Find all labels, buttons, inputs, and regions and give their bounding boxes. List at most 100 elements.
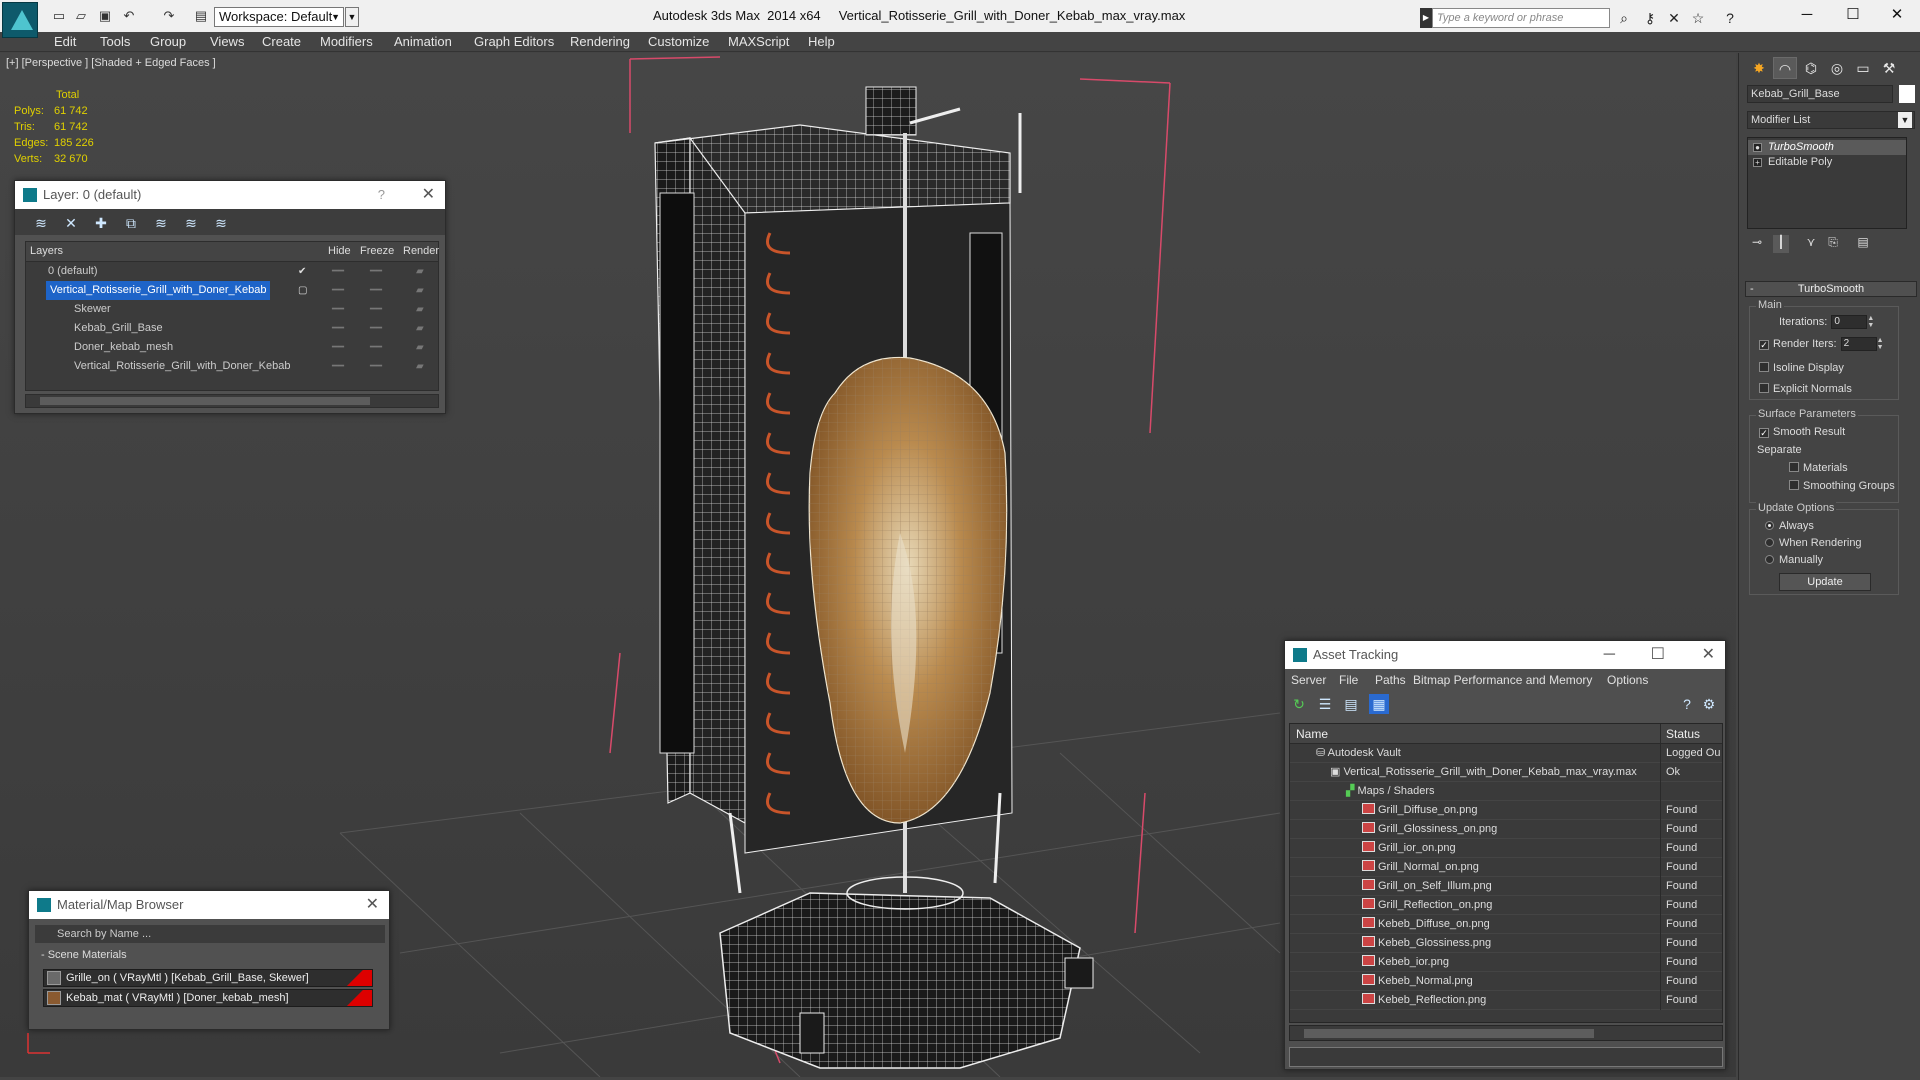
material-item[interactable]: Grille_on ( VRayMtl ) [Kebab_Grill_Base,… bbox=[43, 969, 373, 987]
horizontal-scrollbar[interactable] bbox=[1289, 1025, 1723, 1041]
menu-file[interactable]: File bbox=[1339, 673, 1358, 687]
menu-group[interactable]: Group bbox=[150, 34, 186, 49]
menu-maxscript[interactable]: MAXScript bbox=[728, 34, 789, 49]
update-when-rendering-radio[interactable]: When Rendering bbox=[1765, 537, 1862, 549]
hierarchy-tab-icon[interactable]: ⌬ bbox=[1799, 57, 1823, 79]
menu-bitmap-performance[interactable]: Bitmap Performance and Memory bbox=[1413, 673, 1592, 687]
utilities-tab-icon[interactable]: ⚒ bbox=[1877, 57, 1901, 79]
menu-animation[interactable]: Animation bbox=[394, 34, 452, 49]
layer-row[interactable]: 0 (default) ✔ ━━ ━━ ▰ bbox=[26, 262, 438, 281]
modify-tab-icon[interactable]: ◠ bbox=[1773, 57, 1797, 79]
asset-row[interactable]: ⛁ Autodesk Vault Logged Ou bbox=[1290, 744, 1722, 763]
col-layers[interactable]: Layers bbox=[30, 245, 63, 257]
asset-path-field[interactable] bbox=[1289, 1047, 1723, 1067]
menu-modifiers[interactable]: Modifiers bbox=[320, 34, 373, 49]
spinner-arrows-icon[interactable]: ▲ ▼ bbox=[1867, 315, 1875, 329]
menu-graph-editors[interactable]: Graph Editors bbox=[474, 34, 554, 49]
menu-customize[interactable]: Customize bbox=[648, 34, 709, 49]
menu-edit[interactable]: Edit bbox=[54, 34, 76, 49]
separate-materials-checkbox[interactable]: Materials bbox=[1789, 462, 1848, 474]
material-item[interactable]: Kebab_mat ( VRayMtl ) [Doner_kebab_mesh] bbox=[43, 989, 373, 1007]
close-button[interactable]: ✕ bbox=[1874, 2, 1920, 28]
menu-create[interactable]: Create bbox=[262, 34, 301, 49]
menu-paths[interactable]: Paths bbox=[1375, 673, 1406, 687]
expand-icon[interactable]: + bbox=[1753, 158, 1762, 167]
binoculars-icon[interactable]: ⌕ bbox=[1614, 9, 1634, 27]
menu-server[interactable]: Server bbox=[1291, 673, 1326, 687]
create-tab-icon[interactable]: ✸ bbox=[1747, 57, 1771, 79]
rollout-header[interactable]: - TurboSmooth bbox=[1745, 281, 1917, 297]
list-view-icon[interactable]: ☰ bbox=[1315, 694, 1335, 714]
object-row[interactable]: Skewer ━━ ━━ ▰ bbox=[26, 300, 438, 319]
show-end-result-icon[interactable]: ┃ bbox=[1773, 235, 1789, 253]
update-button[interactable]: Update bbox=[1779, 573, 1871, 591]
iterations-spinner[interactable]: 0 bbox=[1831, 315, 1868, 329]
material-search-input[interactable]: Search by Name ... bbox=[35, 925, 385, 943]
undo-icon[interactable]: ↶ bbox=[120, 8, 138, 24]
stack-item-editable-poly[interactable]: + Editable Poly bbox=[1748, 155, 1906, 170]
minimize-icon[interactable]: ─ bbox=[1604, 641, 1615, 669]
search-expand-icon[interactable]: ▶ bbox=[1420, 8, 1432, 28]
select-objects-icon[interactable]: ⧉ bbox=[121, 213, 141, 233]
new-file-icon[interactable]: ▭ bbox=[50, 8, 68, 24]
help-icon[interactable]: ? bbox=[1677, 694, 1697, 714]
explicit-normals-checkbox[interactable]: Explicit Normals bbox=[1759, 383, 1852, 395]
freeze-all-icon[interactable]: ≋ bbox=[211, 213, 231, 233]
display-tab-icon[interactable]: ▭ bbox=[1851, 57, 1875, 79]
col-status[interactable]: Status bbox=[1666, 727, 1700, 741]
pin-stack-icon[interactable]: ⊸ bbox=[1749, 235, 1765, 253]
save-icon[interactable]: ▣ bbox=[96, 8, 114, 24]
add-to-layer-icon[interactable]: ✚ bbox=[91, 213, 111, 233]
asset-row[interactable]: Kebeb_Diffuse_on.png Found bbox=[1290, 915, 1722, 934]
motion-tab-icon[interactable]: ◎ bbox=[1825, 57, 1849, 79]
asset-row[interactable]: Grill_on_Self_Illum.png Found bbox=[1290, 877, 1722, 896]
asset-tracking-titlebar[interactable]: Asset Tracking ─ ☐ ✕ bbox=[1285, 641, 1725, 669]
asset-row[interactable]: Kebeb_Reflection.png Found bbox=[1290, 991, 1722, 1010]
remove-modifier-icon[interactable]: ⎘ bbox=[1825, 235, 1841, 253]
table-view-icon[interactable]: ▦ bbox=[1369, 694, 1389, 714]
col-render[interactable]: Render bbox=[403, 245, 439, 257]
open-file-icon[interactable]: ▱ bbox=[72, 8, 90, 24]
asset-row[interactable]: Grill_Diffuse_on.png Found bbox=[1290, 801, 1722, 820]
smooth-result-checkbox[interactable]: ✓ Smooth Result bbox=[1759, 426, 1845, 438]
help-icon[interactable]: ? bbox=[378, 181, 385, 209]
communication-icon[interactable]: ✕ bbox=[1664, 9, 1684, 27]
modifier-list-dropdown[interactable]: Modifier List ▼ bbox=[1747, 111, 1915, 129]
asset-row[interactable]: Grill_ior_on.png Found bbox=[1290, 839, 1722, 858]
refresh-icon[interactable]: ↻ bbox=[1289, 694, 1309, 714]
search-input[interactable]: Type a keyword or phrase bbox=[1432, 8, 1610, 28]
asset-row[interactable]: Kebeb_Normal.png Found bbox=[1290, 972, 1722, 991]
asset-row[interactable]: Kebeb_Glossiness.png Found bbox=[1290, 934, 1722, 953]
horizontal-scrollbar[interactable] bbox=[25, 394, 439, 408]
close-icon[interactable]: ✕ bbox=[1702, 641, 1715, 669]
make-unique-icon[interactable]: ⋎ bbox=[1803, 235, 1819, 253]
project-folder-icon[interactable]: ▤ bbox=[192, 8, 210, 24]
stack-item-turbosmooth[interactable]: ● TurboSmooth bbox=[1748, 140, 1906, 155]
hide-all-icon[interactable]: ≋ bbox=[181, 213, 201, 233]
menu-views[interactable]: Views bbox=[210, 34, 244, 49]
subscription-icon[interactable]: ⚷ bbox=[1640, 9, 1660, 27]
close-icon[interactable]: ✕ bbox=[422, 181, 435, 209]
col-freeze[interactable]: Freeze bbox=[360, 245, 394, 257]
maximize-icon[interactable]: ☐ bbox=[1651, 641, 1665, 669]
highlight-layer-icon[interactable]: ≋ bbox=[151, 213, 171, 233]
isoline-checkbox[interactable]: Isoline Display bbox=[1759, 362, 1844, 374]
scene-materials-group[interactable]: - Scene Materials bbox=[35, 949, 385, 965]
object-row[interactable]: Doner_kebab_mesh ━━ ━━ ▰ bbox=[26, 338, 438, 357]
maximize-button[interactable]: ☐ bbox=[1830, 2, 1876, 28]
configure-sets-icon[interactable]: ▤ bbox=[1855, 235, 1871, 253]
asset-row[interactable]: ▣ Vertical_Rotisserie_Grill_with_Doner_K… bbox=[1290, 763, 1722, 782]
spinner-arrows-icon[interactable]: ▲ ▼ bbox=[1877, 337, 1885, 351]
object-row[interactable]: Kebab_Grill_Base ━━ ━━ ▰ bbox=[26, 319, 438, 338]
viewport-label[interactable]: [+] [Perspective ] [Shaded + Edged Faces… bbox=[6, 57, 216, 69]
help-icon[interactable]: ? bbox=[1720, 9, 1740, 27]
menu-rendering[interactable]: Rendering bbox=[570, 34, 630, 49]
close-icon[interactable]: ✕ bbox=[366, 891, 379, 919]
app-logo-icon[interactable] bbox=[2, 2, 38, 38]
delete-layer-icon[interactable]: ✕ bbox=[61, 213, 81, 233]
render-iters-checkbox[interactable]: ✓ bbox=[1759, 339, 1769, 350]
asset-row[interactable]: Grill_Reflection_on.png Found bbox=[1290, 896, 1722, 915]
asset-row[interactable]: ▞ Maps / Shaders bbox=[1290, 782, 1722, 801]
current-layer-check-icon[interactable]: ✔ bbox=[298, 262, 306, 281]
redo-icon[interactable]: ↷ bbox=[160, 8, 178, 24]
